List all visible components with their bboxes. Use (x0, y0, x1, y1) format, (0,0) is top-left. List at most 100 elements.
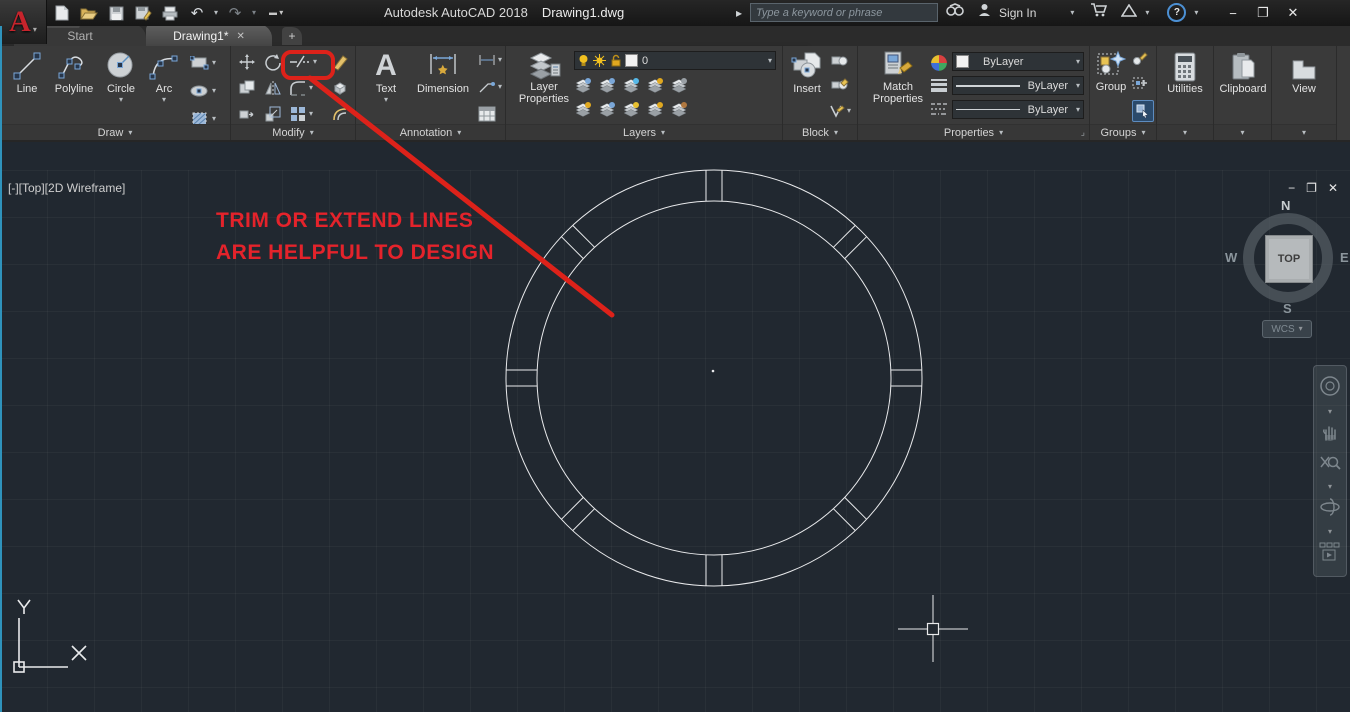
lineweight-button[interactable] (930, 78, 948, 92)
create-block-button[interactable] (831, 54, 849, 68)
panel-footer-draw[interactable]: Draw ▾ (0, 124, 230, 140)
showmotion-icon[interactable] (1319, 542, 1341, 567)
orbit-caret-icon[interactable]: ▾ (1328, 528, 1332, 536)
zoom-extents-icon[interactable] (1319, 453, 1341, 478)
qat-customize-icon[interactable]: ▬ ▾ (269, 9, 283, 17)
close-drawing-icon[interactable]: ✕ (236, 31, 244, 42)
store-cart-icon[interactable] (1090, 3, 1108, 22)
polyline-button[interactable]: Polyline (50, 50, 98, 95)
panel-footer-view[interactable]: ▾ (1272, 124, 1336, 140)
maximize-button[interactable]: ❐ (1248, 5, 1278, 21)
text-dropdown-icon[interactable]: ▾ (384, 96, 388, 104)
ellipse-dropdown-icon[interactable]: ▾ (212, 87, 216, 95)
utilities-button[interactable]: Utilities (1163, 52, 1207, 95)
rectangle-dropdown-icon[interactable]: ▾ (212, 59, 216, 67)
orbit-icon[interactable] (1319, 497, 1341, 522)
layer-select-dropdown[interactable]: 0 ▾ (574, 51, 776, 70)
layer-tool-icon[interactable] (622, 101, 640, 117)
fillet-dropdown-icon[interactable]: ▾ (309, 84, 313, 92)
insert-button[interactable]: Insert (787, 50, 827, 95)
viewport-controls-label[interactable]: [-][Top][2D Wireframe] (8, 181, 125, 195)
scale-button[interactable] (264, 105, 282, 123)
panel-footer-annotation[interactable]: Annotation ▾ (356, 124, 505, 140)
panel-footer-groups[interactable]: Groups ▾ (1090, 124, 1156, 140)
layer-tool-icon[interactable] (670, 101, 688, 117)
ellipse-tool-button[interactable]: ▾ (190, 84, 216, 98)
layer-freeze-icon[interactable] (593, 54, 606, 67)
dimension-button[interactable]: Dimension (412, 50, 474, 95)
zoom-caret-icon[interactable]: ▾ (1328, 483, 1332, 491)
save-as-icon[interactable] (133, 4, 153, 22)
model-space-canvas[interactable] (0, 170, 1350, 712)
panel-footer-layers[interactable]: Layers ▾ (506, 124, 782, 140)
hatch-dropdown-icon[interactable]: ▾ (212, 115, 216, 123)
layer-tool-icon[interactable] (574, 77, 592, 93)
layer-properties-button[interactable]: Layer Properties (514, 50, 574, 105)
panel-footer-block[interactable]: Block ▾ (783, 124, 857, 140)
viewcube-south[interactable]: S (1283, 301, 1292, 316)
ungroup-button[interactable] (1132, 52, 1148, 66)
viewcube[interactable]: N W E S TOP (1225, 198, 1349, 316)
undo-dropdown-icon[interactable]: ▾ (214, 9, 218, 17)
copy-button[interactable] (238, 79, 256, 97)
linear-dimension-dropdown-icon[interactable]: ▾ (498, 56, 502, 64)
panel-footer-utilities[interactable]: ▾ (1157, 124, 1213, 140)
table-button[interactable] (478, 106, 496, 122)
layer-tool-icon[interactable] (598, 77, 616, 93)
offset-button[interactable] (331, 105, 349, 123)
save-icon[interactable] (106, 4, 126, 22)
a360-dropdown-icon[interactable]: ▾ (1145, 8, 1149, 17)
define-attributes-button[interactable]: ▾ (829, 104, 851, 118)
viewcube-north[interactable]: N (1281, 198, 1290, 213)
search-icon[interactable] (946, 3, 964, 22)
arc-dropdown-icon[interactable]: ▾ (162, 96, 166, 104)
panel-footer-modify[interactable]: Modify ▾ (231, 124, 355, 140)
navigation-wheel-caret-icon[interactable]: ▾ (1328, 407, 1332, 416)
arc-button[interactable]: Arc ▾ (144, 50, 184, 104)
redo-icon[interactable]: ↷ (225, 4, 245, 22)
group-button[interactable]: Group (1092, 50, 1130, 93)
open-file-icon[interactable] (79, 4, 99, 22)
application-menu-button[interactable]: A ▾ (0, 0, 47, 44)
viewport-minimize-icon[interactable]: − (1288, 181, 1295, 195)
layer-tool-icon[interactable] (598, 101, 616, 117)
pan-icon[interactable] (1320, 422, 1340, 447)
trim-button[interactable]: ▾ (289, 53, 317, 71)
layer-lock-icon[interactable] (610, 54, 621, 67)
viewcube-west[interactable]: W (1225, 250, 1237, 265)
layer-on-icon[interactable] (578, 54, 589, 67)
layer-tool-icon[interactable] (670, 77, 688, 93)
text-button[interactable]: A Text ▾ (366, 50, 406, 104)
view-button[interactable]: View (1280, 52, 1328, 95)
clipboard-button[interactable]: Clipboard (1217, 52, 1269, 95)
sign-in-dropdown-icon[interactable]: ▾ (1070, 8, 1074, 17)
stretch-button[interactable] (238, 105, 256, 123)
fillet-button[interactable]: ▾ (289, 79, 313, 97)
match-properties-button[interactable]: Match Properties (866, 50, 930, 105)
search-input[interactable] (750, 3, 939, 22)
explode-button[interactable] (331, 79, 349, 97)
close-button[interactable]: ✕ (1278, 5, 1308, 21)
linear-dimension-button[interactable]: ▾ (478, 54, 502, 66)
layer-dropdown-icon[interactable]: ▾ (768, 56, 772, 65)
linetype-button[interactable] (930, 102, 948, 116)
circle-dropdown-icon[interactable]: ▾ (119, 96, 123, 104)
object-color-button[interactable] (930, 54, 948, 72)
viewcube-east[interactable]: E (1340, 250, 1349, 265)
erase-button[interactable] (331, 53, 349, 71)
redo-dropdown-icon[interactable]: ▾ (252, 9, 256, 17)
new-drawing-tab-button[interactable]: + (282, 27, 302, 45)
group-edit-button[interactable] (1132, 76, 1148, 90)
layer-color-swatch[interactable] (625, 54, 638, 67)
undo-icon[interactable]: ↶ (187, 4, 207, 22)
search-expand-icon[interactable]: ▸ (736, 6, 742, 20)
panel-footer-properties[interactable]: Properties ▾ ⌟ (858, 124, 1089, 140)
leader-dropdown-icon[interactable]: ▾ (498, 83, 502, 91)
a360-icon[interactable] (1120, 3, 1138, 22)
move-button[interactable] (238, 53, 256, 71)
edit-block-button[interactable] (831, 78, 849, 92)
array-dropdown-icon[interactable]: ▾ (309, 110, 313, 118)
new-file-icon[interactable] (52, 4, 72, 22)
group-selection-toggle[interactable] (1132, 100, 1154, 122)
panel-footer-clipboard[interactable]: ▾ (1214, 124, 1271, 140)
